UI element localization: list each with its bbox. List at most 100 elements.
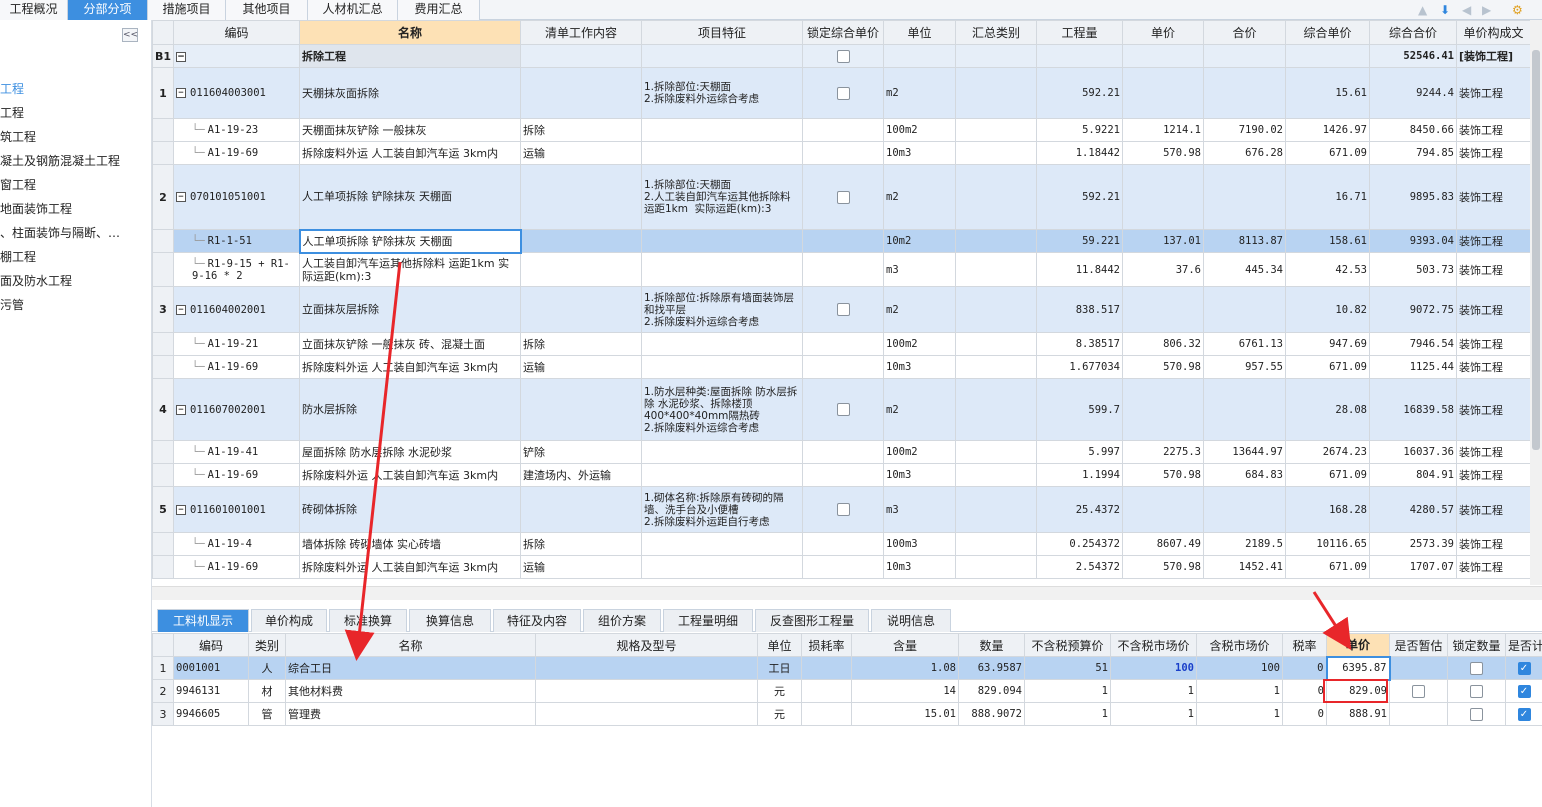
- composition-cell[interactable]: 装饰工程: [1456, 486, 1531, 533]
- row-number[interactable]: [152, 555, 174, 579]
- code-cell[interactable]: −: [173, 44, 300, 68]
- lock-cell[interactable]: [802, 555, 884, 579]
- tax-market-price-cell[interactable]: 100: [1196, 656, 1283, 680]
- sidebar-item[interactable]: 筑工程: [0, 128, 36, 145]
- budget-price-cell[interactable]: 51: [1024, 656, 1111, 680]
- sub-item-row[interactable]: └─ A1-19-69 拆除废料外运 人工装自卸汽车运 3km内 运输 10m3 1.67…: [152, 355, 1531, 379]
- move-up-icon[interactable]: ▲: [1418, 3, 1427, 17]
- feature-cell[interactable]: [641, 252, 803, 287]
- header-composition[interactable]: 单价构成文: [1456, 20, 1531, 45]
- unit-cell[interactable]: 100m2: [883, 440, 956, 464]
- lock-checkbox[interactable]: [836, 403, 850, 417]
- tab-pricing-plan[interactable]: 组价方案: [583, 609, 661, 632]
- price-cell[interactable]: 570.98: [1122, 463, 1204, 487]
- price-cell[interactable]: 2275.3: [1122, 440, 1204, 464]
- code-cell[interactable]: 9946131: [173, 679, 249, 703]
- code-cell[interactable]: −011601001001: [173, 486, 300, 533]
- estimate-checkbox[interactable]: [1412, 684, 1425, 698]
- unit-total-cell[interactable]: 9244.4: [1369, 67, 1457, 119]
- qty-cell[interactable]: 2.54372: [1036, 555, 1123, 579]
- feature-cell[interactable]: 1.防水层种类:屋面拆除 防水层拆除 水泥砂浆、拆除楼顶400*400*40mm…: [641, 378, 803, 441]
- category-cell[interactable]: [955, 440, 1037, 464]
- work-cell[interactable]: [520, 164, 642, 230]
- sub-item-row[interactable]: └─ R1-9-15 + R1-9-16 * 2 人工装自卸汽车运其他拆除料 运距1…: [152, 252, 1531, 287]
- code-cell[interactable]: └─ A1-19-21: [173, 332, 300, 356]
- tab-conversion-info[interactable]: 换算信息: [409, 609, 491, 632]
- qty-cell[interactable]: 59.221: [1036, 229, 1123, 253]
- collapse-icon[interactable]: −: [176, 51, 186, 62]
- estimate-cell[interactable]: [1389, 679, 1448, 703]
- unit-total-cell[interactable]: 8450.66: [1369, 118, 1457, 142]
- sub-item-row[interactable]: └─ A1-19-69 拆除废料外运 人工装自卸汽车运 3km内 运输 10m3 1.18…: [152, 141, 1531, 165]
- sidebar-item[interactable]: 窗工程: [0, 176, 36, 193]
- row-number[interactable]: 1: [152, 67, 174, 119]
- tab-cost-summary[interactable]: 费用汇总: [398, 0, 480, 20]
- total-cell[interactable]: 2189.5: [1203, 532, 1286, 556]
- unit-cell[interactable]: m3: [883, 486, 956, 533]
- work-cell[interactable]: 拆除: [520, 118, 642, 142]
- total-cell[interactable]: [1203, 67, 1286, 119]
- unit-price-cell[interactable]: 10116.65: [1285, 532, 1370, 556]
- sub-item-row[interactable]: └─ A1-19-4 墙体拆除 砖砌墙体 实心砖墙 拆除 100m3 0.254372 86…: [152, 532, 1531, 556]
- total-cell[interactable]: 1452.41: [1203, 555, 1286, 579]
- row-number[interactable]: 2: [152, 164, 174, 230]
- price-cell[interactable]: 1214.1: [1122, 118, 1204, 142]
- lock-cell[interactable]: [802, 355, 884, 379]
- unit-cell[interactable]: 元: [757, 702, 802, 726]
- unit-cell[interactable]: m2: [883, 378, 956, 441]
- name-cell[interactable]: 人工单项拆除 铲除抹灰 天棚面: [298, 228, 522, 254]
- header-unit[interactable]: 单位: [883, 20, 956, 45]
- qty-cell[interactable]: 63.9587: [958, 656, 1025, 680]
- loss-cell[interactable]: [801, 679, 852, 703]
- code-cell[interactable]: └─ A1-19-23: [173, 118, 300, 142]
- composition-cell[interactable]: 装饰工程: [1456, 532, 1531, 556]
- category-cell[interactable]: [955, 141, 1037, 165]
- sub-item-row[interactable]: └─ A1-19-21 立面抹灰铲除 一般抹灰 砖、混凝土面 拆除 100m2 8.385…: [152, 332, 1531, 356]
- qty-cell[interactable]: 1.18442: [1036, 141, 1123, 165]
- header-unit-total[interactable]: 综合合价: [1369, 20, 1457, 45]
- list-item-row[interactable]: 4−011607002001 防水层拆除 1.防水层种类:屋面拆除 防水层拆除 水泥…: [152, 378, 1531, 441]
- name-cell[interactable]: 拆除废料外运 人工装自卸汽车运 3km内: [299, 141, 521, 165]
- vertical-scrollbar[interactable]: [1530, 20, 1542, 585]
- material-row[interactable]: 3 9946605 管管理费元 15.01 888.9072 1 1 1 0 888.91 ✓: [152, 702, 1542, 726]
- feature-cell[interactable]: [641, 463, 803, 487]
- composition-cell[interactable]: 装饰工程: [1456, 67, 1531, 119]
- count-cell[interactable]: ✓: [1505, 702, 1542, 726]
- name-cell[interactable]: 拆除废料外运 人工装自卸汽车运 3km内: [299, 463, 521, 487]
- composition-cell[interactable]: 装饰工程: [1456, 355, 1531, 379]
- header-market-price[interactable]: 不含税市场价: [1110, 633, 1197, 657]
- price-cell[interactable]: [1122, 67, 1204, 119]
- row-number[interactable]: [152, 440, 174, 464]
- content-cell[interactable]: 1.08: [851, 656, 959, 680]
- work-cell[interactable]: 铲除: [520, 440, 642, 464]
- arrow-left-icon[interactable]: ◀: [1462, 3, 1471, 17]
- list-item-row[interactable]: 5−011601001001 砖砌体拆除 1.砌体名称:拆除原有砖砌的隔墙、洗手台及…: [152, 486, 1531, 533]
- unit-cell[interactable]: 10m3: [883, 141, 956, 165]
- row-number[interactable]: 5: [152, 486, 174, 533]
- list-item-row[interactable]: 3−011604002001 立面抹灰层拆除 1.拆除部位:拆除原有墙面装饰层和找平…: [152, 286, 1531, 333]
- unit-cell[interactable]: 工日: [757, 656, 802, 680]
- sub-item-row[interactable]: └─ A1-19-69 拆除废料外运 人工装自卸汽车运 3km内 建渣场内、外运输 10…: [152, 463, 1531, 487]
- tax-rate-cell[interactable]: 0: [1282, 656, 1327, 680]
- tab-labor-material-summary[interactable]: 人材机汇总: [308, 0, 398, 20]
- header-lock-qty[interactable]: 锁定数量: [1447, 633, 1506, 657]
- list-item-row[interactable]: 2−070101051001 人工单项拆除 铲除抹灰 天棚面 1.拆除部位:天棚面 …: [152, 164, 1531, 230]
- unit-total-cell[interactable]: 804.91: [1369, 463, 1457, 487]
- header-code[interactable]: 编码: [173, 20, 300, 45]
- header-unit[interactable]: 单位: [757, 633, 802, 657]
- category-cell[interactable]: [955, 164, 1037, 230]
- work-cell[interactable]: [520, 378, 642, 441]
- code-cell[interactable]: −070101051001: [173, 164, 300, 230]
- lock-checkbox[interactable]: [836, 86, 850, 100]
- category-cell[interactable]: [955, 378, 1037, 441]
- code-cell[interactable]: −011604003001: [173, 67, 300, 119]
- unit-price-cell[interactable]: 671.09: [1285, 463, 1370, 487]
- arrow-right-icon[interactable]: ▶: [1482, 3, 1491, 17]
- lock-cell[interactable]: [802, 532, 884, 556]
- name-cell[interactable]: 防水层拆除: [299, 378, 521, 441]
- tab-price-composition[interactable]: 单价构成: [251, 609, 327, 632]
- tax-market-price-cell[interactable]: 1: [1196, 679, 1283, 703]
- header-price[interactable]: 单价: [1122, 20, 1204, 45]
- collapse-icon[interactable]: −: [176, 88, 186, 98]
- lock-qty-cell[interactable]: [1447, 702, 1506, 726]
